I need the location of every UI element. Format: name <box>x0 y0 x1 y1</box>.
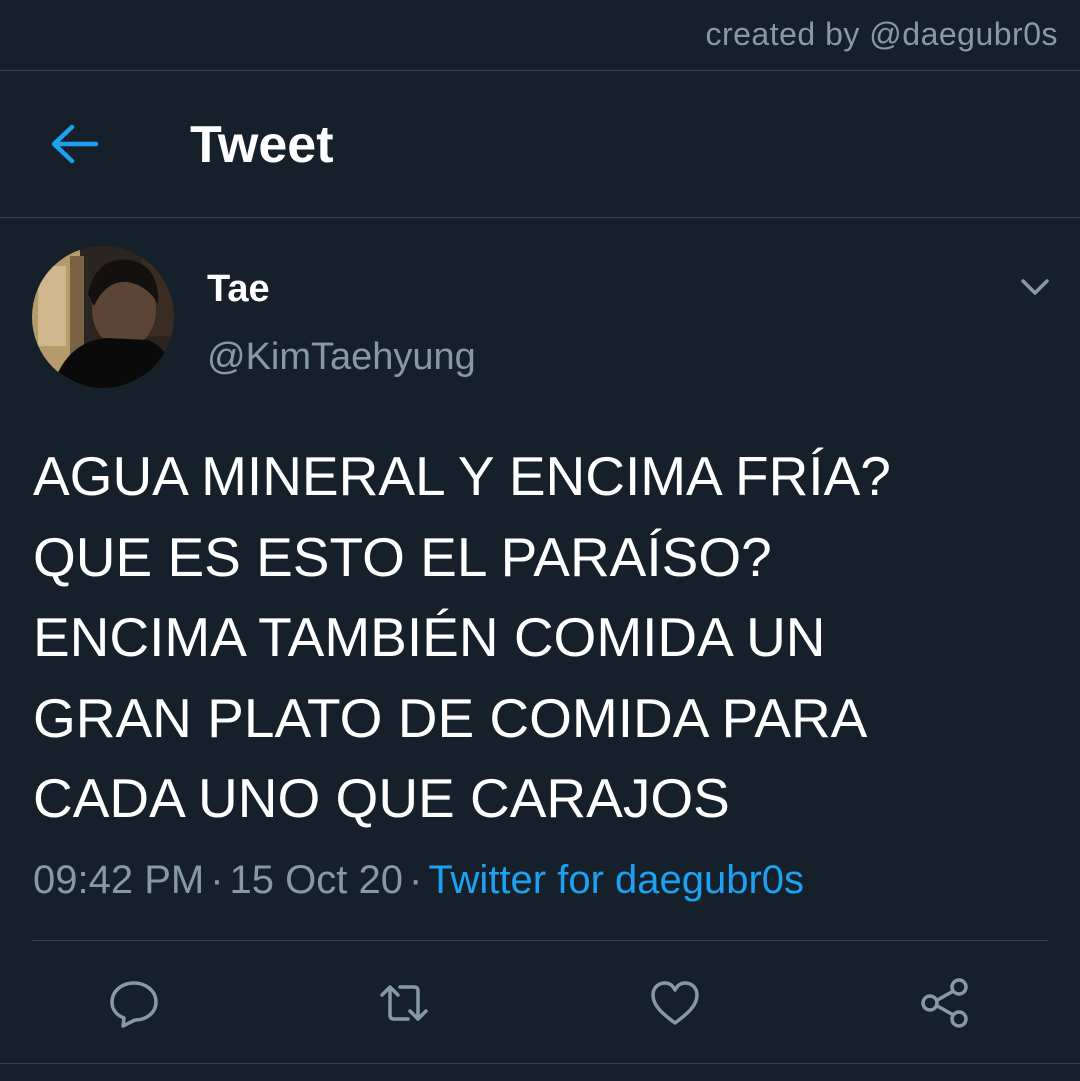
display-name[interactable]: Tae <box>207 268 270 311</box>
tweet-line: CADA UNO QUE CARAJOS <box>33 767 730 829</box>
reply-icon <box>110 981 158 1028</box>
reply-button[interactable] <box>108 977 160 1029</box>
tweet-source-link[interactable]: Twitter for daegubr0s <box>428 858 804 902</box>
creator-credit: created by @daegubr0s <box>705 16 1058 52</box>
page-title: Tweet <box>190 116 334 174</box>
retweet-icon <box>380 985 428 1021</box>
header: Tweet <box>0 71 1080 218</box>
actions-bar <box>0 941 1080 1064</box>
back-button[interactable] <box>48 121 100 167</box>
user-handle[interactable]: @KimTaehyung <box>207 336 476 379</box>
share-icon <box>921 978 968 1028</box>
tweet-text: AGUA MINERAL Y ENCIMA FRÍA? QUE ES ESTO … <box>33 436 1043 839</box>
chevron-down-icon <box>1021 279 1049 295</box>
credit-bar: created by @daegubr0s <box>0 0 1080 71</box>
tweet-line: ENCIMA TAMBIÉN COMIDA UN <box>33 606 826 668</box>
tweet-line: GRAN PLATO DE COMIDA PARA <box>33 686 868 749</box>
more-options-button[interactable] <box>1016 272 1054 302</box>
tweet-line: QUE ES ESTO EL PARAÍSO? <box>33 525 772 588</box>
avatar-photo <box>32 246 174 388</box>
retweet-button[interactable] <box>378 977 430 1029</box>
meta-separator: · <box>408 858 423 902</box>
tweet-meta: 09:42 PM · 15 Oct 20 · Twitter for daegubr0s <box>33 858 804 903</box>
arrow-left-icon <box>51 124 99 164</box>
like-button[interactable] <box>649 977 701 1029</box>
like-icon <box>651 981 699 1025</box>
tweet-date: 15 Oct 20 <box>229 858 403 902</box>
tweet-time: 09:42 PM <box>33 858 205 902</box>
avatar[interactable] <box>32 246 174 388</box>
share-button[interactable] <box>919 977 971 1029</box>
tweet-line: AGUA MINERAL Y ENCIMA FRÍA? <box>33 445 891 507</box>
meta-separator: · <box>210 858 224 902</box>
